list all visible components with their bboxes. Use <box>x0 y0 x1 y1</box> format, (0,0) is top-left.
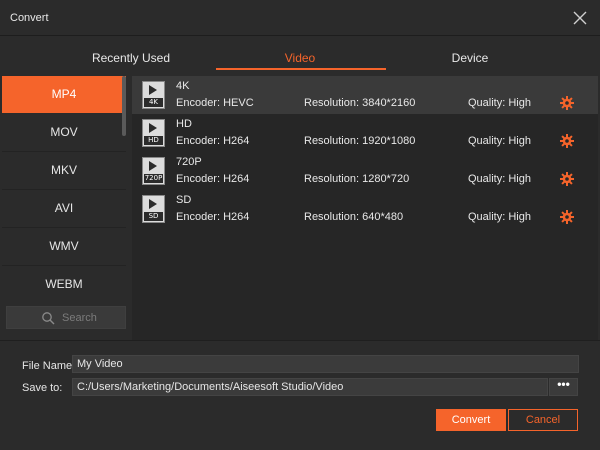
video-thumbnail-icon: 4K <box>142 81 165 109</box>
preset-quality: Quality: High <box>468 97 531 109</box>
gear-icon[interactable] <box>560 172 574 186</box>
preset-resolution: Resolution: 640*480 <box>304 211 404 223</box>
thumbnail-label: 720P <box>144 174 163 183</box>
preset-resolution: Resolution: 1280*720 <box>304 173 410 185</box>
cancel-button[interactable]: Cancel <box>508 409 578 431</box>
gear-icon[interactable] <box>560 134 574 148</box>
thumbnail-label: 4K <box>144 98 163 107</box>
format-item-mov[interactable]: MOV <box>2 114 126 151</box>
search-placeholder: Search <box>62 312 97 324</box>
format-item-wmv[interactable]: WMV <box>2 228 126 265</box>
preset-row-720p[interactable]: 720P 720P Encoder: H264 Resolution: 1280… <box>132 152 598 190</box>
tab-device[interactable]: Device <box>410 51 530 71</box>
format-item-mkv[interactable]: MKV <box>2 152 126 189</box>
preset-resolution: Resolution: 1920*1080 <box>304 135 416 147</box>
video-thumbnail-icon: 720P <box>142 157 165 185</box>
format-item-webm[interactable]: WEBM <box>2 266 126 303</box>
preset-title: 4K <box>176 80 190 92</box>
browse-folder-button[interactable]: ••• <box>549 378 578 396</box>
preset-title: 720P <box>176 156 202 168</box>
save-to-label: Save to: <box>22 382 63 394</box>
play-icon <box>149 161 157 171</box>
play-icon <box>149 199 157 209</box>
preset-quality: Quality: High <box>468 211 531 223</box>
preset-resolution: Resolution: 3840*2160 <box>304 97 416 109</box>
preset-quality: Quality: High <box>468 135 531 147</box>
preset-list: 4K 4K Encoder: HEVC Resolution: 3840*216… <box>132 76 598 340</box>
play-icon <box>149 85 157 95</box>
format-item-mp4[interactable]: MP4 <box>2 76 126 113</box>
format-item-avi[interactable]: AVI <box>2 190 126 227</box>
search-input[interactable]: Search <box>6 306 126 329</box>
format-sidebar: MP4 MOV MKV AVI WMV WEBM <box>2 76 126 340</box>
save-to-path-field[interactable]: C:/Users/Marketing/Documents/Aiseesoft S… <box>72 378 548 396</box>
tab-recently-used[interactable]: Recently Used <box>71 51 191 71</box>
preset-encoder: Encoder: H264 <box>176 211 250 223</box>
window-title: Convert <box>10 12 49 24</box>
gear-icon[interactable] <box>560 96 574 110</box>
thumbnail-label: HD <box>144 136 163 145</box>
format-list-scrollbar[interactable] <box>122 76 126 136</box>
preset-title: SD <box>176 194 192 206</box>
active-tab-indicator <box>216 68 386 70</box>
play-icon <box>149 123 157 133</box>
video-thumbnail-icon: SD <box>142 195 165 223</box>
convert-button[interactable]: Convert <box>436 409 506 431</box>
video-thumbnail-icon: HD <box>142 119 165 147</box>
close-icon[interactable] <box>572 10 588 26</box>
search-icon <box>42 312 55 325</box>
file-name-field[interactable]: My Video <box>72 355 579 373</box>
preset-row-hd[interactable]: HD HD Encoder: H264 Resolution: 1920*108… <box>132 114 598 152</box>
preset-row-4k[interactable]: 4K 4K Encoder: HEVC Resolution: 3840*216… <box>132 76 598 114</box>
preset-title: HD <box>176 118 192 130</box>
preset-encoder: Encoder: H264 <box>176 173 250 185</box>
thumbnail-label: SD <box>144 212 163 221</box>
file-name-label: File Name: <box>22 360 76 372</box>
preset-encoder: Encoder: H264 <box>176 135 250 147</box>
preset-row-sd[interactable]: SD SD Encoder: H264 Resolution: 640*480 … <box>132 190 598 228</box>
title-bar: Convert <box>0 0 600 36</box>
gear-icon[interactable] <box>560 210 574 224</box>
preset-quality: Quality: High <box>468 173 531 185</box>
preset-encoder: Encoder: HEVC <box>176 97 254 109</box>
